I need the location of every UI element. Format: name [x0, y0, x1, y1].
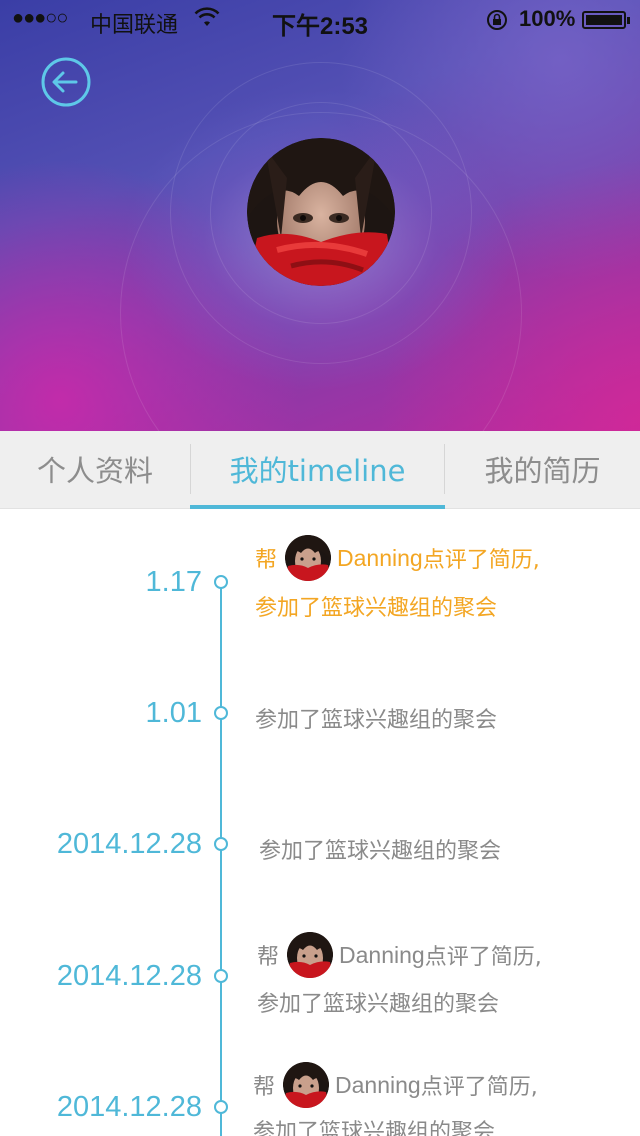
timeline-entry-text: 参加了篮球兴趣组的聚会: [259, 839, 502, 864]
back-arrow-icon[interactable]: [40, 56, 92, 108]
timeline-dot: [214, 706, 228, 720]
rotation-lock-icon: [487, 10, 507, 30]
timeline-entry-line1: 帮 Danning 点评了简历,: [257, 931, 542, 979]
clock: 下午2:53: [272, 13, 369, 40]
wifi-icon: [194, 7, 220, 26]
timeline-entry-text: 参加了篮球兴趣组的聚会: [255, 708, 498, 733]
timeline-date: 2014.12.28: [56, 1091, 202, 1123]
timeline-dot: [214, 1100, 228, 1114]
tab-bar: 个人资料 我的timeline 我的简历: [0, 431, 640, 509]
profile-avatar[interactable]: [247, 138, 395, 286]
timeline-dot: [214, 837, 228, 851]
timeline-date: 1.01: [145, 697, 202, 729]
profile-header: ●●●○○ 中国联通 下午2:53 100%: [0, 0, 640, 431]
timeline-dot: [214, 575, 228, 589]
tab-resume[interactable]: 我的简历: [445, 431, 640, 508]
entry-prefix: 帮: [253, 1075, 276, 1100]
timeline-entry-line2: 参加了篮球兴趣组的聚会: [257, 992, 500, 1017]
battery-icon: [582, 11, 630, 29]
timeline-date: 1.17: [145, 566, 202, 598]
timeline-entry-line1: 帮 Danning 点评了简历,: [255, 534, 540, 582]
entry-prefix: 帮: [255, 548, 278, 573]
timeline-list: 1.17 帮 Danning 点评了简历, 参加了篮球兴趣组的聚会 1.01 参…: [0, 509, 640, 1136]
timeline-entry-line2: 参加了篮球兴趣组的聚会: [253, 1120, 496, 1136]
timeline-date: 2014.12.28: [56, 828, 202, 860]
entry-user-name[interactable]: Danning: [339, 942, 425, 969]
entry-suffix: 点评了简历,: [422, 548, 540, 573]
entry-suffix: 点评了简历,: [424, 945, 542, 970]
tab-timeline[interactable]: 我的timeline: [190, 431, 445, 508]
entry-user-name[interactable]: Danning: [337, 545, 423, 572]
timeline-dot: [214, 969, 228, 983]
signal-strength: ●●●○○: [12, 7, 68, 29]
status-bar: ●●●○○ 中国联通 下午2:53 100%: [0, 0, 640, 40]
user-avatar[interactable]: [287, 932, 334, 978]
timeline-date: 2014.12.28: [56, 960, 202, 992]
user-avatar[interactable]: [283, 1062, 330, 1108]
entry-user-name[interactable]: Danning: [335, 1072, 421, 1099]
user-avatar[interactable]: [285, 535, 332, 581]
timeline-entry-line2: 参加了篮球兴趣组的聚会: [255, 596, 498, 621]
timeline-line: [220, 584, 222, 1136]
timeline-entry-line1: 帮 Danning 点评了简历,: [253, 1061, 538, 1109]
carrier-name: 中国联通: [90, 12, 179, 37]
battery-percent: 100%: [519, 6, 576, 31]
entry-prefix: 帮: [257, 945, 280, 970]
entry-suffix: 点评了简历,: [420, 1075, 538, 1100]
page: ●●●○○ 中国联通 下午2:53 100% 个人资料 我的timeline 我…: [0, 0, 640, 1136]
tab-profile[interactable]: 个人资料: [0, 431, 190, 508]
